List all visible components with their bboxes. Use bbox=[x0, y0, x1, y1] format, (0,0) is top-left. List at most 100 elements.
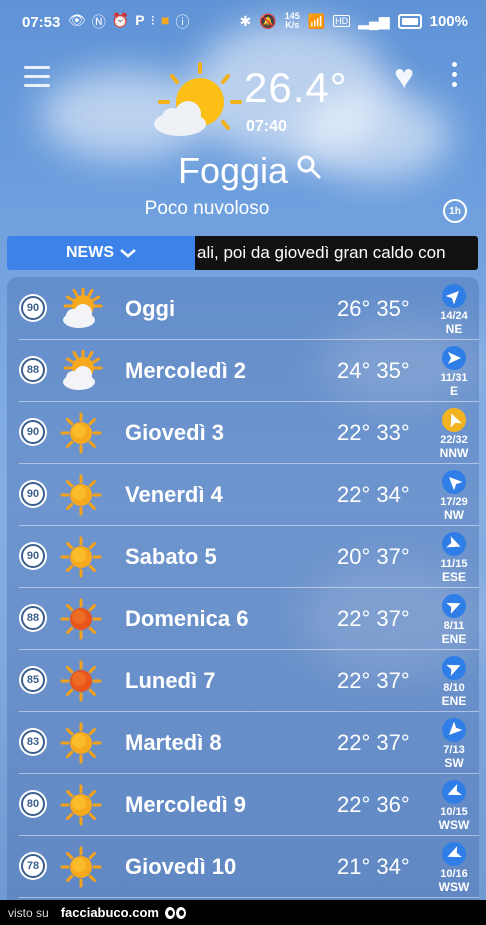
forecast-row[interactable]: 88 Domenica 6 22° 37° 8/11 ENE bbox=[7, 588, 479, 650]
current-temperature: 26.4° bbox=[244, 64, 348, 111]
east-northeast-arrow-icon bbox=[442, 594, 466, 618]
forecast-temperatures: 22° 37° bbox=[337, 606, 410, 631]
forecast-row[interactable]: 90 Giovedì 3 22° 33° 22/32 NNW bbox=[7, 402, 479, 464]
northwest-arrow-icon bbox=[442, 470, 466, 494]
sun-icon bbox=[60, 412, 102, 454]
forecast-temperatures: 22° 36° bbox=[337, 792, 410, 817]
wind-info: 17/29 NW bbox=[431, 470, 477, 522]
air-quality-badge: 90 bbox=[21, 296, 45, 320]
forecast-row[interactable]: 90 Oggi 26° 35° 14/24 NE bbox=[7, 278, 479, 340]
wind-direction: ENE bbox=[441, 632, 467, 646]
hd-icon: HD bbox=[333, 15, 351, 27]
forecast-row[interactable]: 90 Venerdì 4 22° 34° 17/29 NW bbox=[7, 464, 479, 526]
forecast-day: Venerdì 4 bbox=[125, 482, 223, 507]
partly-cloudy-icon bbox=[154, 62, 242, 136]
nfc-icon: Ⓝ bbox=[91, 14, 106, 30]
forecast-row[interactable]: 90 Sabato 5 20° 37° 11/15 ESE bbox=[7, 526, 479, 588]
forecast-day: Oggi bbox=[125, 296, 176, 321]
forecast-row[interactable]: 78 Giovedì 10 21° 34° 10/16 WSW bbox=[7, 836, 479, 898]
favorite-heart-icon[interactable]: ♥ bbox=[394, 58, 414, 97]
chevron-down-icon bbox=[120, 249, 136, 258]
west-southwest-arrow-icon bbox=[442, 780, 466, 804]
signal-icon: ▂▄▆ bbox=[358, 12, 390, 29]
partly-cloudy-icon bbox=[63, 288, 103, 328]
wind-direction: WSW bbox=[438, 880, 470, 894]
air-quality-badge: 78 bbox=[21, 854, 45, 878]
wind-direction: NE bbox=[445, 322, 463, 336]
forecast-day: Mercoledì 9 bbox=[125, 792, 247, 817]
forecast-temperatures: 24° 35° bbox=[337, 358, 410, 383]
news-button[interactable]: NEWS bbox=[7, 236, 195, 270]
sun-icon bbox=[60, 474, 102, 516]
forecast-row[interactable]: 80 Mercoledì 9 22° 36° 10/15 WSW bbox=[7, 774, 479, 836]
forecast-temperatures: 22° 34° bbox=[337, 482, 410, 507]
wind-info: 14/24 NE bbox=[431, 284, 477, 336]
forecast-row[interactable]: 83 Martedì 8 22° 37° 7/13 SW bbox=[7, 712, 479, 774]
wind-info: 22/32 NNW bbox=[431, 408, 477, 460]
west-southwest-arrow-icon bbox=[442, 842, 466, 866]
air-quality-badge: 83 bbox=[21, 730, 45, 754]
history-icon[interactable]: 1h bbox=[443, 199, 467, 223]
air-quality-badge: 90 bbox=[21, 544, 45, 568]
wind-direction: E bbox=[449, 384, 458, 398]
forecast-temperatures: 26° 35° bbox=[337, 296, 410, 321]
status-time: 07:53 bbox=[22, 14, 61, 31]
mute-icon: 🔕 bbox=[259, 12, 277, 29]
wind-info: 8/11 ENE bbox=[431, 594, 477, 646]
forecast-day: Sabato 5 bbox=[125, 544, 217, 569]
bluetooth-icon: ✱ bbox=[239, 12, 252, 29]
forecast-day: Domenica 6 bbox=[125, 606, 249, 631]
southwest-arrow-icon bbox=[442, 718, 466, 742]
forecast-temperatures: 22° 37° bbox=[337, 730, 410, 755]
sun-icon bbox=[60, 722, 102, 764]
northeast-arrow-icon bbox=[442, 284, 466, 308]
wind-direction: WSW bbox=[438, 818, 470, 832]
forecast-row[interactable]: 85 Lunedì 7 22° 37° 8/10 ENE bbox=[7, 650, 479, 712]
east-northeast-arrow-icon bbox=[442, 656, 466, 680]
forecast-day: Giovedì 3 bbox=[125, 420, 225, 445]
search-icon[interactable] bbox=[296, 154, 322, 180]
sun-icon bbox=[60, 536, 102, 578]
wind-info: 8/10 ENE bbox=[431, 656, 477, 708]
north-northwest-arrow-icon bbox=[442, 408, 466, 432]
forecast-temperatures: 20° 37° bbox=[337, 544, 410, 569]
observation-time: 07:40 bbox=[246, 118, 287, 135]
hot-sun-icon bbox=[60, 660, 102, 702]
forecast-day: Giovedì 10 bbox=[125, 854, 237, 879]
forecast-temperatures: 21° 34° bbox=[337, 854, 410, 879]
network-speed: 145 K/s bbox=[284, 11, 300, 30]
partly-cloudy-icon bbox=[63, 350, 103, 390]
city-name[interactable]: Foggia bbox=[178, 150, 288, 192]
visto-su-text: visto su bbox=[8, 905, 49, 920]
forecast-day: Lunedì 7 bbox=[125, 668, 216, 693]
wifi-icon: 📶 bbox=[307, 12, 326, 29]
wind-info: 10/16 WSW bbox=[431, 842, 477, 894]
battery-percent: 100% bbox=[429, 12, 468, 30]
brand-text: facciabuco.com bbox=[60, 905, 159, 920]
app-notification-icon: ■ bbox=[161, 12, 170, 28]
wind-direction: NNW bbox=[439, 446, 469, 460]
forecast-temperatures: 22° 37° bbox=[337, 668, 410, 693]
forecast-temperatures: 22° 33° bbox=[337, 420, 410, 445]
air-quality-badge: 88 bbox=[21, 606, 45, 630]
wind-info: 11/15 ESE bbox=[431, 532, 477, 584]
forecast-row[interactable]: 88 Mercoledì 2 24° 35° 11/31 E bbox=[7, 340, 479, 402]
wind-info: 11/31 E bbox=[431, 346, 477, 398]
wind-direction: ESE bbox=[441, 570, 466, 584]
air-quality-badge: 90 bbox=[21, 420, 45, 444]
east-southeast-arrow-icon bbox=[442, 532, 466, 556]
sun-icon bbox=[60, 846, 102, 888]
info-icon: ⓘ bbox=[175, 14, 190, 30]
more-options-icon[interactable] bbox=[452, 62, 460, 92]
menu-icon[interactable] bbox=[24, 66, 50, 87]
east-arrow-icon bbox=[442, 346, 466, 370]
paypal-icon: P bbox=[135, 12, 145, 28]
wind-direction: NW bbox=[444, 508, 464, 522]
news-ticker[interactable]: ali, poi da giovedì gran caldo con bbox=[195, 236, 478, 270]
alarm-icon: ⏰ bbox=[111, 12, 130, 28]
forecast-day: Martedì 8 bbox=[125, 730, 222, 755]
forecast-day: Mercoledì 2 bbox=[125, 358, 247, 383]
wind-info: 7/13 SW bbox=[431, 718, 477, 770]
watermark-footer: visto su facciabuco.com bbox=[0, 900, 486, 925]
news-label: NEWS bbox=[66, 244, 114, 261]
